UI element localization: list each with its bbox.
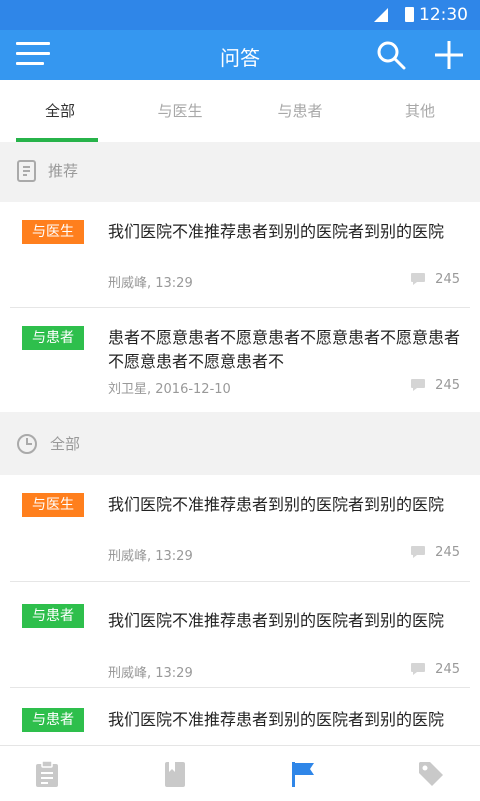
item-title: 我们医院不准推荐患者到别的医院者到别的医院: [108, 222, 445, 241]
list-item[interactable]: 与患者 患者不愿意患者不愿意患者不愿意患者不愿意患者不愿意患者不愿意患者不 刘卫…: [0, 308, 480, 412]
status-bar: 12:30: [0, 0, 480, 30]
tab-all[interactable]: 全部: [0, 80, 120, 142]
tab-bar: 全部 与医生 与患者 其他: [0, 80, 480, 143]
item-meta: 刘卫星, 2016-12-10: [108, 382, 231, 397]
bottom-navigation: [0, 745, 480, 801]
all-list: 与医生 我们医院不准推荐患者到别的医院者到别的医院 刑威峰, 13:29 245…: [0, 475, 480, 745]
comment-count: 245: [435, 662, 460, 677]
category-badge: 与患者: [22, 708, 84, 732]
comment-count: 245: [435, 272, 460, 287]
comment-icon: [411, 546, 425, 558]
category-badge: 与医生: [22, 220, 84, 244]
clock-icon: [17, 434, 37, 454]
comment-icon: [411, 273, 425, 285]
item-title: 我们医院不准推荐患者到别的医院者到别的医院: [108, 611, 445, 630]
section-label: 全部: [50, 435, 81, 453]
tab-with-doctor[interactable]: 与医生: [120, 80, 240, 142]
category-badge: 与患者: [22, 604, 84, 628]
section-label: 推荐: [48, 162, 79, 180]
item-meta: 刑威峰, 13:29: [108, 276, 193, 291]
list-item[interactable]: 与患者 我们医院不准推荐患者到别的医院者到别的医院: [0, 688, 480, 745]
comment-count: 245: [435, 545, 460, 560]
document-icon: [17, 160, 36, 182]
search-icon[interactable]: [376, 40, 406, 70]
page-title: 问答: [220, 46, 260, 70]
clipboard-icon[interactable]: [33, 760, 61, 788]
item-title: 我们医院不准推荐患者到别的医院者到别的医院: [108, 710, 445, 729]
comment-icon: [411, 663, 425, 675]
list-item[interactable]: 与医生 我们医院不准推荐患者到别的医院者到别的医院 刑威峰, 13:29 245: [0, 475, 480, 582]
signal-icon: [374, 8, 388, 22]
category-badge: 与医生: [22, 493, 84, 517]
tag-icon[interactable]: [417, 760, 445, 788]
list-item[interactable]: 与患者 我们医院不准推荐患者到别的医院者到别的医院 刑威峰, 13:29 245: [0, 582, 480, 688]
comment-icon: [411, 379, 425, 391]
battery-icon: [405, 7, 414, 22]
add-icon[interactable]: [434, 40, 464, 70]
item-meta: 刑威峰, 13:29: [108, 666, 193, 681]
recommended-list: 与医生 我们医院不准推荐患者到别的医院者到别的医院 刑威峰, 13:29 245…: [0, 202, 480, 412]
item-title: 我们医院不准推荐患者到别的医院者到别的医院: [108, 495, 445, 514]
category-badge: 与患者: [22, 326, 84, 350]
tab-other[interactable]: 其他: [360, 80, 480, 142]
app-bar: 问答: [0, 30, 480, 80]
status-time: 12:30: [419, 5, 468, 25]
book-icon[interactable]: [161, 760, 189, 788]
section-recommended: 推荐: [0, 142, 480, 202]
item-meta: 刑威峰, 13:29: [108, 549, 193, 564]
section-all: 全部: [0, 415, 480, 475]
list-item[interactable]: 与医生 我们医院不准推荐患者到别的医院者到别的医院 刑威峰, 13:29 245: [0, 202, 480, 308]
tab-with-patient[interactable]: 与患者: [240, 80, 360, 142]
item-title: 患者不愿意患者不愿意患者不愿意患者不愿意患者不愿意患者不愿意患者不: [108, 328, 461, 371]
comment-count: 245: [435, 378, 460, 393]
flag-icon[interactable]: [289, 760, 317, 788]
